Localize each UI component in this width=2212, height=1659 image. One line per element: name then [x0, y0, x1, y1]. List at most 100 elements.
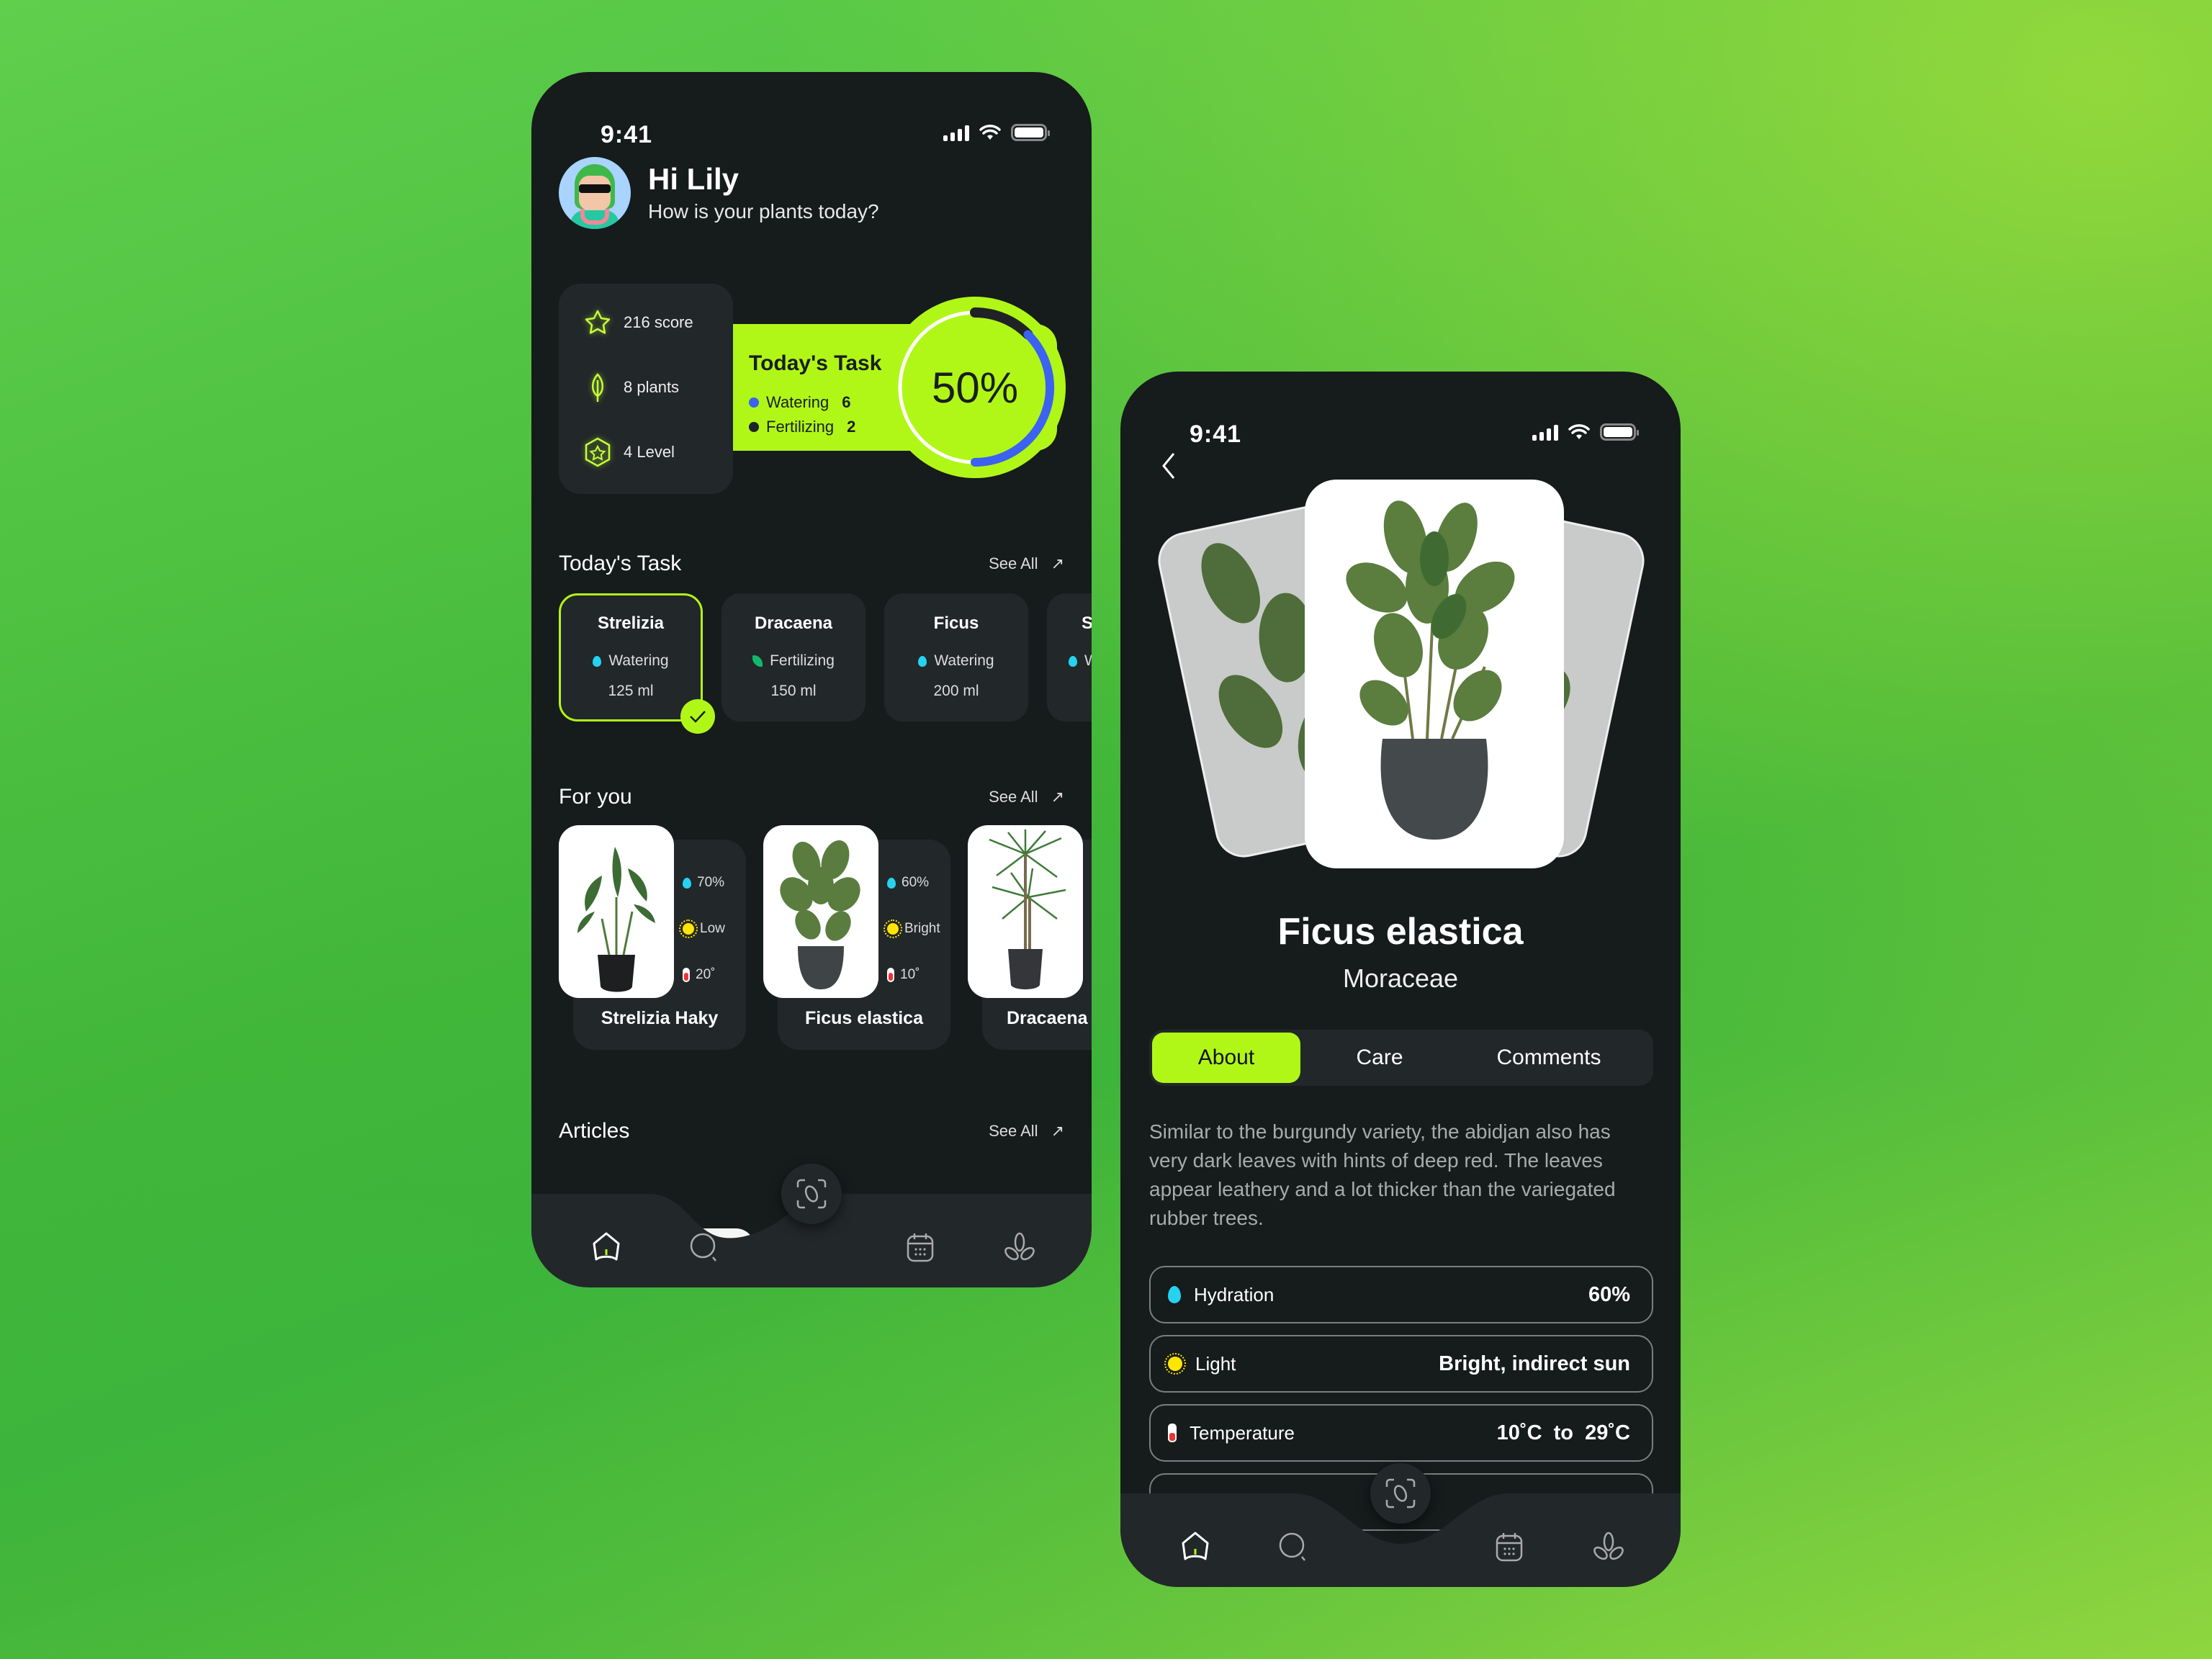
todays-task-header: Today's Task See All ↗ — [559, 552, 1064, 576]
plant-card[interactable]: 60% Bright 10˚ Ficus elastica — [763, 825, 950, 1050]
nav-search[interactable] — [1273, 1527, 1313, 1567]
arrow-up-right-icon: ↗ — [1051, 788, 1064, 806]
greeting-header: Hi Lily How is your plants today? — [559, 157, 879, 229]
thermometer-icon — [887, 968, 894, 982]
greeting-title: Hi Lily — [648, 161, 739, 196]
detail-tabs: About Care Comments — [1149, 1030, 1653, 1086]
scan-button[interactable] — [781, 1164, 842, 1224]
bottom-navigation — [531, 1164, 1092, 1287]
status-bar: 9:41 — [531, 98, 1092, 156]
nav-search[interactable] — [684, 1227, 724, 1267]
nav-plants[interactable] — [1588, 1527, 1629, 1567]
water-drop-icon — [918, 655, 927, 667]
thermometer-icon — [683, 968, 690, 982]
tab-comments[interactable]: Comments — [1459, 1033, 1639, 1083]
plant-card[interactable]: 70% Low 20˚ Strelizia Haky — [559, 825, 746, 1050]
stats-card: 216 score 8 plants 4 Level — [559, 284, 733, 494]
stat-score-label: 216 score — [624, 313, 693, 331]
level-badge-icon — [583, 437, 612, 467]
task-legend: Watering 6 Fertilizing 2 — [749, 390, 855, 439]
sun-icon — [884, 920, 902, 938]
plant-detail-screen: 9:41 Ficus elastica Moraceae About Care … — [1120, 372, 1681, 1587]
check-icon[interactable] — [680, 699, 715, 734]
watering-dot — [749, 397, 759, 408]
back-chevron-icon[interactable] — [1155, 448, 1184, 484]
status-bar: 9:41 — [1120, 397, 1681, 455]
home-icon — [1182, 1532, 1209, 1560]
todays-task-summary[interactable]: Today's Task Watering 6 Fertilizing 2 50… — [733, 297, 1066, 478]
nav-home[interactable] — [1175, 1527, 1215, 1567]
signal-icon — [943, 124, 969, 141]
wifi-icon — [1568, 424, 1590, 439]
fertilizing-dot — [749, 422, 759, 432]
plant-card[interactable]: Dracaena — [968, 825, 1092, 1050]
arrow-up-right-icon: ↗ — [1051, 554, 1064, 572]
plant-image-strelizia — [559, 825, 674, 998]
progress-percent: 50% — [931, 363, 1019, 412]
task-card[interactable]: St W — [1047, 593, 1092, 721]
star-icon — [583, 308, 612, 337]
section-title: For you — [559, 785, 632, 809]
task-card[interactable]: Strelizia Watering 125 ml — [559, 593, 715, 734]
bottom-navigation — [1120, 1463, 1681, 1587]
stat-score: 216 score — [583, 308, 693, 337]
tasks-list: Strelizia Watering 125 ml Dracaena Ferti… — [559, 593, 1092, 734]
plant-image-carousel[interactable] — [1153, 480, 1650, 883]
section-title: Articles — [559, 1119, 630, 1143]
water-drop-icon — [1168, 1286, 1181, 1303]
info-light: Light Bright, indirect sun — [1149, 1335, 1653, 1393]
greeting-subtitle: How is your plants today? — [648, 200, 879, 223]
leaf-icon — [583, 373, 612, 402]
for-you-header: For you See All ↗ — [559, 785, 1064, 809]
nav-calendar[interactable] — [900, 1227, 940, 1267]
carousel-image-main[interactable] — [1305, 480, 1564, 868]
plants-icon — [1593, 1532, 1624, 1560]
tab-about[interactable]: About — [1152, 1033, 1300, 1083]
info-temperature: Temperature 10˚C to 29˚C — [1149, 1404, 1653, 1462]
battery-icon — [1600, 423, 1639, 441]
search-icon — [1279, 1532, 1305, 1561]
task-card[interactable]: Dracaena Fertilizing 150 ml — [721, 593, 866, 721]
plant-description: Similar to the burgundy variety, the abi… — [1149, 1120, 1616, 1229]
sun-icon — [679, 920, 698, 938]
see-all-tasks-link[interactable]: See All ↗ — [989, 554, 1064, 573]
background — [0, 0, 2212, 1659]
scan-icon — [796, 1179, 827, 1209]
water-drop-icon — [683, 877, 691, 889]
stat-plants: 8 plants — [583, 373, 679, 402]
status-time: 9:41 — [601, 121, 653, 148]
plant-family: Moraceae — [1342, 963, 1459, 993]
see-all-articles-link[interactable]: See All ↗ — [989, 1122, 1064, 1141]
for-you-list: 70% Low 20˚ Strelizia Haky 60% Bright 10… — [559, 825, 1092, 1050]
articles-header: Articles See All ↗ — [559, 1119, 1064, 1143]
stat-level-label: 4 Level — [624, 443, 675, 461]
plant-name: Ficus elastica — [805, 1008, 923, 1028]
plant-title: Ficus elastica — [1277, 911, 1524, 953]
water-drop-icon — [887, 877, 896, 889]
stat-plants-label: 8 plants — [624, 378, 680, 396]
nav-home[interactable] — [586, 1227, 626, 1267]
nav-plants[interactable] — [999, 1227, 1040, 1267]
see-all-for-you-link[interactable]: See All ↗ — [989, 788, 1064, 806]
section-title: Today's Task — [559, 552, 682, 575]
avatar[interactable] — [559, 157, 631, 229]
plant-image-dracaena — [968, 825, 1083, 998]
home-icon — [593, 1232, 620, 1261]
search-icon — [690, 1233, 716, 1262]
thermometer-icon — [1168, 1424, 1177, 1442]
signal-icon — [1532, 423, 1558, 441]
scan-button[interactable] — [1370, 1463, 1431, 1524]
legend-watering: Watering 6 — [749, 390, 855, 415]
info-hydration: Hydration 60% — [1149, 1266, 1653, 1323]
arrow-up-right-icon: ↗ — [1051, 1122, 1064, 1140]
plant-image-ficus — [763, 825, 878, 998]
plant-name: Dracaena — [1007, 1008, 1088, 1028]
nav-calendar[interactable] — [1489, 1527, 1529, 1567]
sun-icon — [1164, 1353, 1186, 1375]
task-card[interactable]: Ficus Watering 200 ml — [884, 593, 1028, 721]
calendar-icon — [1496, 1533, 1523, 1562]
tab-care[interactable]: Care — [1315, 1033, 1444, 1083]
battery-icon — [1011, 124, 1050, 141]
water-drop-icon — [593, 655, 602, 667]
calendar-icon — [907, 1233, 934, 1262]
